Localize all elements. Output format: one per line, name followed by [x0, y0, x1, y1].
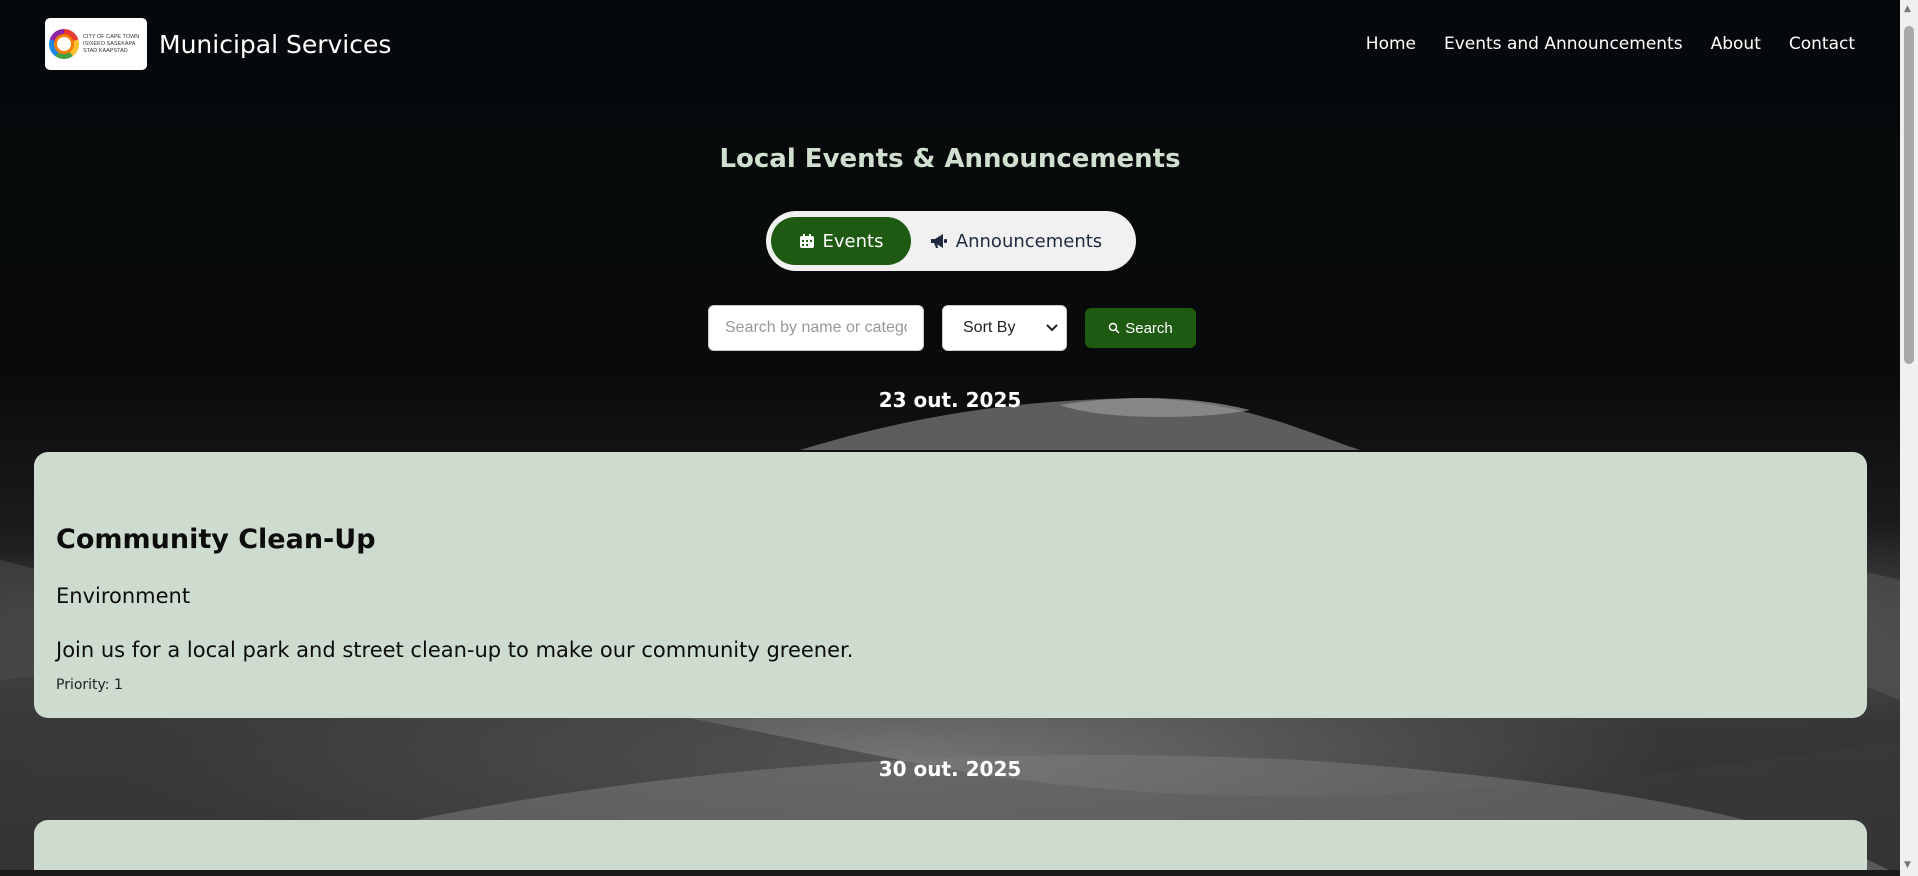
tab-events[interactable]: Events: [771, 217, 911, 265]
search-button[interactable]: Search: [1085, 308, 1196, 348]
megaphone-icon: [930, 234, 947, 248]
main-nav: Home Events and Announcements About Cont…: [1366, 34, 1855, 54]
top-navbar: CITY OF CAPE TOWN ISIXEKO SASEKAPA STAD …: [0, 0, 1900, 88]
tab-announcements-label: Announcements: [955, 230, 1103, 252]
city-emblem-icon: [49, 29, 79, 59]
event-priority: Priority: 1: [56, 677, 123, 693]
scrollbar-thumb[interactable]: [1904, 26, 1914, 364]
rock-background: [0, 0, 1900, 876]
search-button-label: Search: [1125, 319, 1173, 337]
vertical-scrollbar[interactable]: ▲ ▼: [1900, 0, 1918, 876]
events-announcements-toggle: Events Announcements: [766, 211, 1136, 271]
page-bottom-edge: [0, 870, 1900, 876]
magnifier-icon: [1108, 322, 1120, 334]
chevron-down-icon: [1046, 324, 1058, 332]
calendar-icon: [799, 234, 814, 248]
event-date-heading: 23 out. 2025: [878, 388, 1022, 412]
scroll-up-icon[interactable]: ▲: [1904, 4, 1911, 14]
page-title: Local Events & Announcements: [719, 144, 1181, 174]
event-card[interactable]: Community Clean-Up Environment Join us f…: [34, 452, 1867, 718]
search-controls: Sort By Search: [708, 305, 1196, 351]
nav-contact[interactable]: Contact: [1789, 34, 1855, 54]
nav-about[interactable]: About: [1711, 34, 1761, 54]
site-brand[interactable]: Municipal Services: [159, 30, 391, 59]
event-card[interactable]: [34, 820, 1867, 876]
scroll-down-icon[interactable]: ▼: [1904, 860, 1911, 870]
sort-selected-label: Sort By: [963, 319, 1016, 336]
city-logo[interactable]: CITY OF CAPE TOWN ISIXEKO SASEKAPA STAD …: [45, 18, 147, 70]
tab-events-label: Events: [822, 230, 884, 252]
sort-select[interactable]: Sort By: [942, 305, 1067, 351]
tab-announcements[interactable]: Announcements: [911, 217, 1121, 265]
logo-wordmark: CITY OF CAPE TOWN ISIXEKO SASEKAPA STAD …: [83, 33, 140, 54]
event-title: Community Clean-Up: [56, 524, 376, 555]
nav-events-announcements[interactable]: Events and Announcements: [1444, 34, 1683, 54]
event-date-heading: 30 out. 2025: [878, 757, 1022, 781]
nav-home[interactable]: Home: [1366, 34, 1416, 54]
event-category: Environment: [56, 584, 191, 608]
event-description: Join us for a local park and street clea…: [56, 638, 854, 662]
search-input[interactable]: [708, 305, 924, 351]
